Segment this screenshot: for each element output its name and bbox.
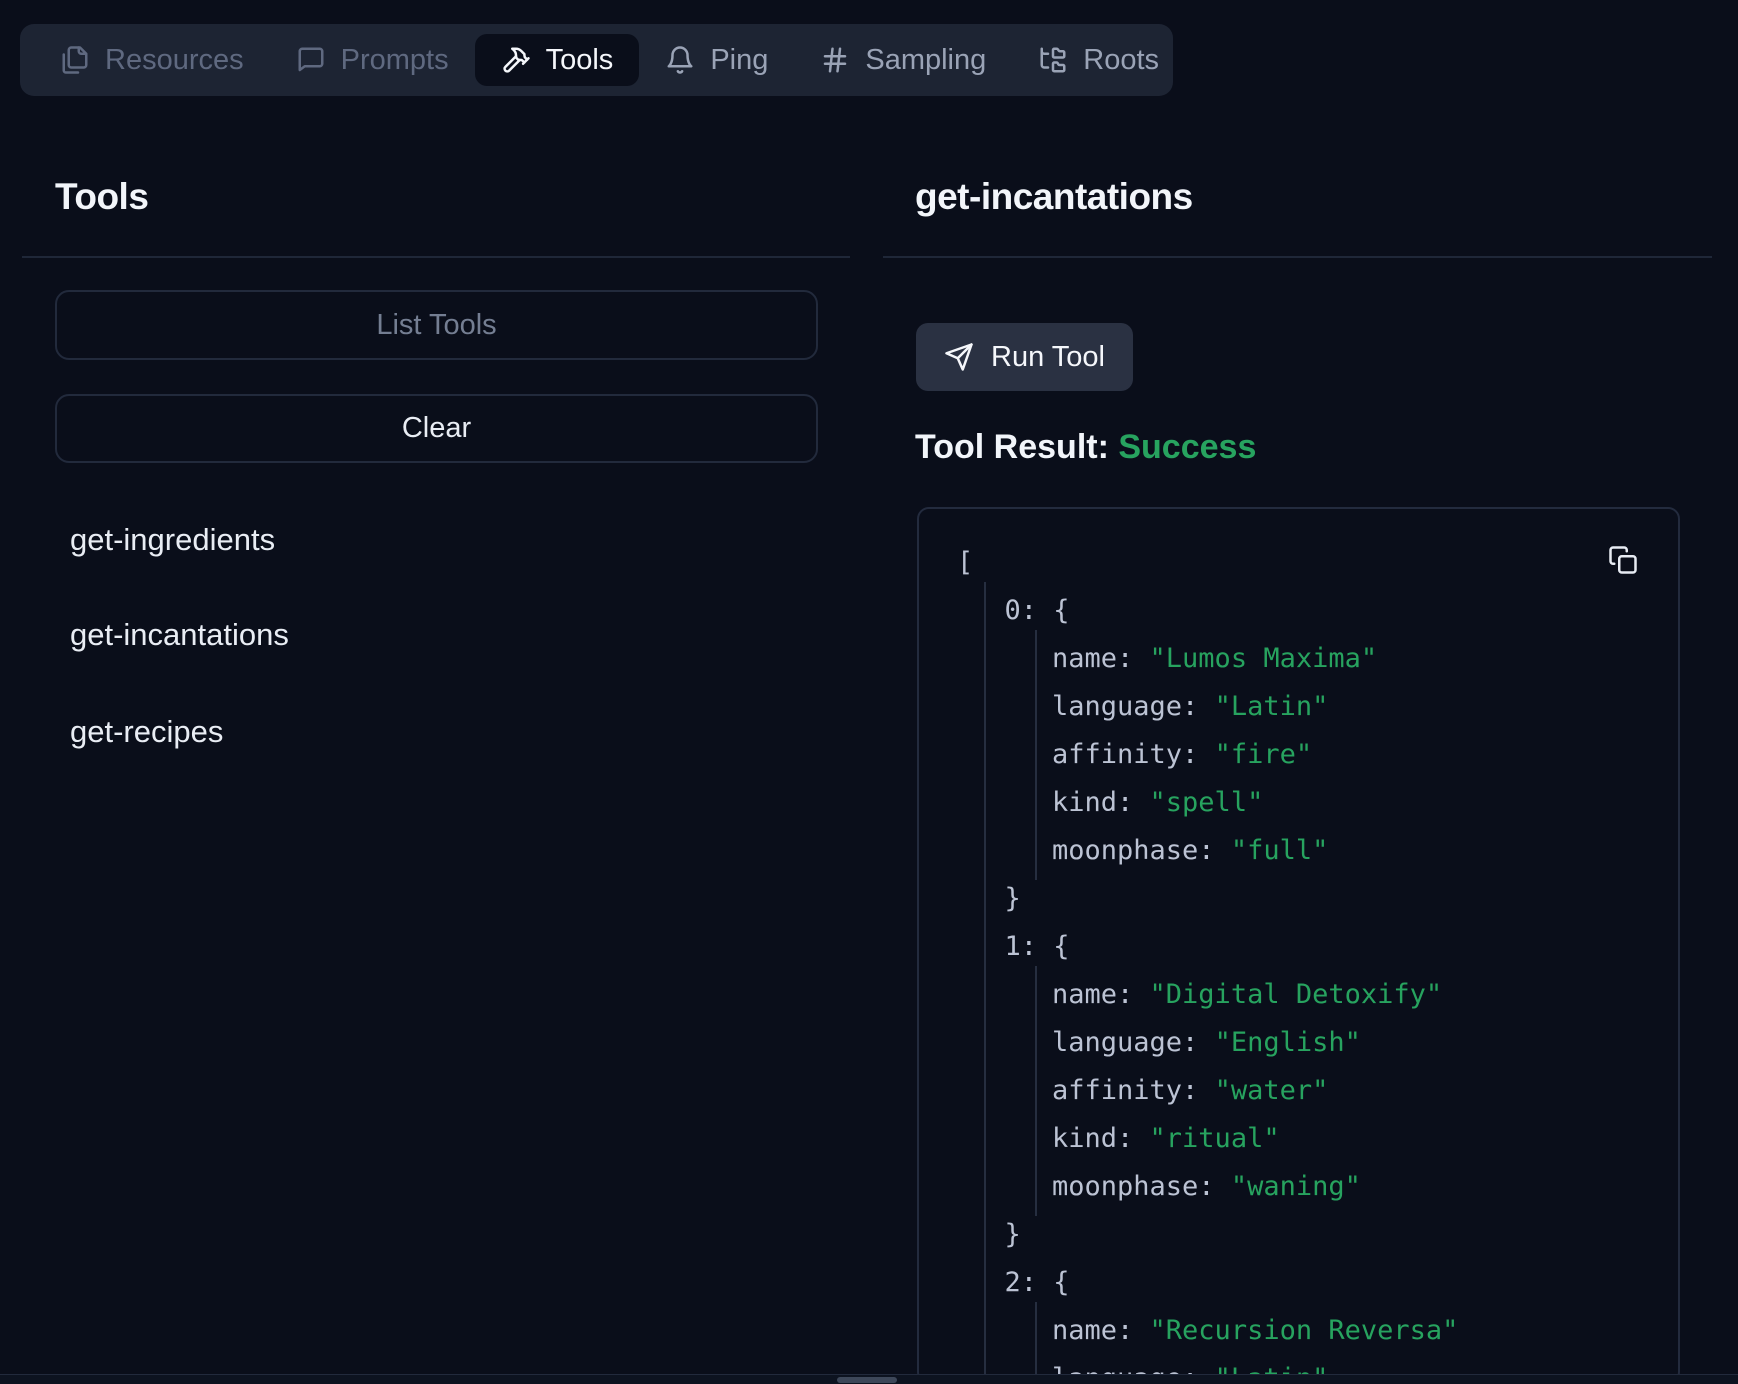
json-line: kind: "ritual" xyxy=(919,1115,1678,1163)
tab-resources[interactable]: Resources xyxy=(34,34,270,86)
run-tool-button[interactable]: Run Tool xyxy=(916,323,1133,391)
tools-panel-title: Tools xyxy=(55,176,148,218)
left-panel-divider xyxy=(22,256,850,258)
send-icon xyxy=(944,342,974,372)
bell-icon xyxy=(665,45,695,75)
top-nav-bar: Resources Prompts Tools Ping Sampling Ro… xyxy=(20,24,1173,96)
json-line: affinity: "fire" xyxy=(919,731,1678,779)
folder-tree-icon xyxy=(1038,45,1068,75)
tool-list-item-get-ingredients[interactable]: get-ingredients xyxy=(70,522,275,558)
hash-icon xyxy=(820,45,850,75)
indent-guide xyxy=(1035,630,1037,880)
tab-label: Roots xyxy=(1083,44,1159,77)
horizontal-scrollbar-thumb[interactable] xyxy=(837,1377,897,1383)
json-line: affinity: "water" xyxy=(919,1067,1678,1115)
tool-list-item-get-incantations[interactable]: get-incantations xyxy=(70,617,289,653)
json-lines: [0: {name: "Lumos Maxima"language: "Lati… xyxy=(919,539,1678,1384)
tab-tools[interactable]: Tools xyxy=(475,34,640,86)
selected-tool-title: get-incantations xyxy=(915,176,1193,218)
json-line: name: "Digital Detoxify" xyxy=(919,971,1678,1019)
files-icon xyxy=(60,45,90,75)
horizontal-scrollbar-track[interactable] xyxy=(0,1374,1738,1384)
tab-prompts[interactable]: Prompts xyxy=(270,34,475,86)
json-line: moonphase: "full" xyxy=(919,827,1678,875)
list-tools-button[interactable]: List Tools xyxy=(55,290,818,360)
json-line: } xyxy=(919,875,1678,923)
tab-label: Resources xyxy=(105,44,244,77)
json-line: [ xyxy=(919,539,1678,587)
json-line: 0: { xyxy=(919,587,1678,635)
tab-sampling[interactable]: Sampling xyxy=(794,34,1012,86)
right-panel-divider xyxy=(883,256,1712,258)
json-line: } xyxy=(919,1211,1678,1259)
tool-result-json-viewer[interactable]: [0: {name: "Lumos Maxima"language: "Lati… xyxy=(917,507,1680,1384)
tab-label: Tools xyxy=(546,44,614,77)
message-icon xyxy=(296,45,326,75)
indent-guide xyxy=(1035,1302,1037,1384)
tool-result-line: Tool Result: Success xyxy=(915,428,1256,467)
tab-roots[interactable]: Roots xyxy=(1012,34,1185,86)
json-line: kind: "spell" xyxy=(919,779,1678,827)
copy-icon[interactable] xyxy=(1608,543,1642,577)
clear-button[interactable]: Clear xyxy=(55,394,818,463)
tool-result-status: Success xyxy=(1118,428,1256,466)
run-tool-label: Run Tool xyxy=(991,341,1105,374)
indent-guide xyxy=(1035,966,1037,1216)
json-line: 1: { xyxy=(919,923,1678,971)
tab-label: Sampling xyxy=(865,44,986,77)
tab-label: Prompts xyxy=(341,44,449,77)
json-line: language: "Latin" xyxy=(919,683,1678,731)
tab-label: Ping xyxy=(710,44,768,77)
hammer-icon xyxy=(501,45,531,75)
tool-list-item-get-recipes[interactable]: get-recipes xyxy=(70,714,223,750)
json-line: language: "English" xyxy=(919,1019,1678,1067)
indent-guide xyxy=(984,582,986,1384)
json-line: 2: { xyxy=(919,1259,1678,1307)
json-line: moonphase: "waning" xyxy=(919,1163,1678,1211)
json-line: name: "Recursion Reversa" xyxy=(919,1307,1678,1355)
tab-ping[interactable]: Ping xyxy=(639,34,794,86)
tool-result-label: Tool Result: xyxy=(915,428,1109,466)
json-line: name: "Lumos Maxima" xyxy=(919,635,1678,683)
